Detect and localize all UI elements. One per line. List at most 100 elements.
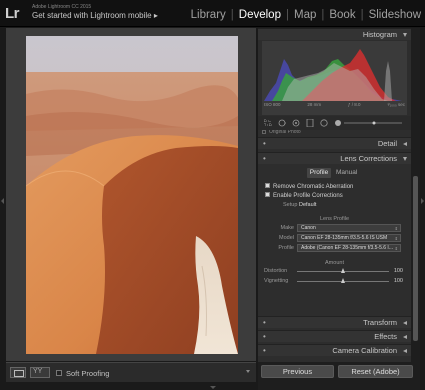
shutter-speed-value: ¹⁄₁₀₀₀ sec	[387, 102, 405, 107]
model-value: Canon EF 28-135mm f/3.5-5.6 IS USM	[301, 235, 388, 241]
module-map[interactable]: Map	[294, 9, 316, 21]
vignetting-slider[interactable]	[297, 278, 389, 283]
lens-tabs: Profile Manual	[258, 167, 411, 179]
camera-calibration-title: Camera Calibration	[332, 346, 397, 355]
red-eye-icon[interactable]	[292, 119, 300, 127]
setup-dropdown[interactable]: Default	[299, 202, 316, 208]
spot-removal-icon[interactable]	[278, 119, 286, 127]
module-library[interactable]: Library	[191, 9, 226, 21]
histogram[interactable]: ISO 800 28 mm ƒ / 8.0 ¹⁄₁₀₀₀ sec	[262, 41, 407, 115]
lens-corrections-header[interactable]: • Lens Corrections	[258, 152, 411, 164]
loupe-view-button[interactable]	[10, 367, 26, 378]
model-label: Model	[279, 235, 294, 241]
effects-title: Effects	[374, 332, 397, 341]
filmstrip-toggle-icon[interactable]	[210, 386, 216, 389]
enable-profile-checkbox[interactable]	[265, 192, 270, 197]
expand-icon	[403, 335, 407, 339]
make-label: Make	[280, 225, 294, 231]
lightroom-logo: Lr	[5, 5, 20, 22]
soft-proofing-checkbox[interactable]	[56, 370, 62, 376]
dropdown-arrow-icon: ⇕	[394, 226, 398, 231]
lens-corrections-title: Lens Corrections	[340, 154, 397, 163]
profile-value: Adobe (Canon EF 28-135mm f/3.5-5.6 I...	[301, 245, 393, 251]
adjustment-brush-icon[interactable]	[334, 119, 404, 127]
module-separator: |	[321, 9, 325, 21]
module-separator: |	[360, 9, 364, 21]
lens-profile-title: Lens Profile	[319, 216, 350, 222]
mobile-promo-link[interactable]: Get started with Lightroom mobile ▸	[32, 11, 158, 20]
detail-header[interactable]: • Detail	[258, 137, 411, 149]
section-toggle-icon: •	[263, 346, 266, 355]
expand-icon	[403, 142, 407, 146]
profile-dropdown[interactable]: Adobe (Canon EF 28-135mm f/3.5-5.6 I... ⇕	[297, 244, 401, 252]
panel-footer: Previous Reset (Adobe)	[258, 362, 420, 390]
bottom-toolbar: Soft Proofing	[6, 362, 256, 382]
module-develop[interactable]: Develop	[239, 9, 281, 21]
toolbar-menu-icon[interactable]	[246, 370, 250, 373]
reset-button[interactable]: Reset (Adobe)	[338, 365, 413, 378]
soft-proofing-label: Soft Proofing	[66, 369, 110, 378]
setup-label: Setup	[283, 202, 298, 208]
dropdown-arrow-icon: ⇕	[394, 246, 398, 251]
right-panel-toggle-icon[interactable]	[421, 198, 424, 204]
image-canvas[interactable]	[6, 28, 256, 361]
distortion-slider[interactable]	[297, 268, 389, 273]
collapse-icon	[403, 33, 407, 37]
effects-header[interactable]: • Effects	[258, 330, 411, 342]
remove-ca-checkbox[interactable]	[265, 183, 270, 188]
radial-filter-icon[interactable]	[320, 119, 328, 127]
panel-scrollbar[interactable]	[411, 28, 420, 362]
collapse-icon	[403, 157, 407, 161]
exif-readout: ISO 800 28 mm ƒ / 8.0 ¹⁄₁₀₀₀ sec	[264, 102, 405, 107]
crop-icon[interactable]	[264, 119, 272, 127]
module-picker: Library | Develop | Map | Book | Slidesh…	[191, 9, 421, 21]
remove-ca-row[interactable]: Remove Chromatic Aberration	[265, 183, 354, 191]
camera-calibration-header[interactable]: • Camera Calibration	[258, 344, 411, 356]
make-value: Canon	[301, 225, 316, 231]
scrollbar-thumb[interactable]	[413, 176, 418, 341]
detail-title: Detail	[377, 139, 397, 148]
expand-icon	[403, 349, 407, 353]
original-photo-checkbox[interactable]	[262, 130, 266, 134]
tool-strip	[258, 116, 411, 130]
top-bar: Lr Adobe Lightroom CC 2015 Get started w…	[0, 0, 425, 27]
distortion-slider-thumb[interactable]	[341, 268, 345, 273]
histogram-header[interactable]: Histogram	[258, 28, 411, 40]
enable-profile-row[interactable]: Enable Profile Corrections	[265, 192, 343, 200]
module-separator: |	[285, 9, 289, 21]
before-after-button[interactable]	[30, 367, 50, 378]
expand-icon	[403, 321, 407, 325]
graduated-filter-icon[interactable]	[306, 119, 314, 127]
vignetting-value[interactable]: 100	[389, 278, 403, 284]
profile-label: Profile	[278, 245, 294, 251]
vignetting-slider-thumb[interactable]	[341, 278, 345, 283]
module-book[interactable]: Book	[329, 9, 355, 21]
section-toggle-icon: •	[263, 332, 266, 341]
module-separator: |	[230, 9, 234, 21]
amount-title: Amount	[325, 260, 344, 266]
section-toggle-icon: •	[263, 139, 266, 148]
histogram-title: Histogram	[362, 30, 397, 39]
aperture-value: ƒ / 8.0	[348, 102, 361, 107]
dropdown-arrow-icon: ⇕	[394, 236, 398, 241]
transform-header[interactable]: • Transform	[258, 316, 411, 328]
vignetting-label: Vignetting	[264, 278, 289, 284]
module-slideshow[interactable]: Slideshow	[369, 9, 421, 21]
tab-manual[interactable]: Manual	[336, 168, 357, 178]
histogram-graph	[264, 49, 402, 101]
focal-length-value: 28 mm	[307, 102, 322, 107]
distortion-value[interactable]: 100	[389, 268, 403, 274]
left-panel-toggle-icon[interactable]	[1, 198, 4, 204]
develop-right-panel: Histogram ISO 800 28 mm ƒ / 8.0 ¹⁄₁₀₀₀ s…	[258, 28, 411, 362]
remove-ca-label: Remove Chromatic Aberration	[273, 184, 354, 191]
previous-button[interactable]: Previous	[261, 365, 334, 378]
enable-profile-label: Enable Profile Corrections	[273, 193, 343, 200]
model-dropdown[interactable]: Canon EF 28-135mm f/3.5-5.6 IS USM ⇕	[297, 234, 401, 242]
section-toggle-icon: •	[263, 154, 266, 163]
section-toggle-icon: •	[263, 318, 266, 327]
photo-preview	[26, 36, 238, 354]
tab-profile[interactable]: Profile	[307, 168, 331, 178]
iso-value: ISO 800	[264, 102, 281, 107]
distortion-label: Distortion	[264, 268, 288, 274]
make-dropdown[interactable]: Canon ⇕	[297, 224, 401, 232]
